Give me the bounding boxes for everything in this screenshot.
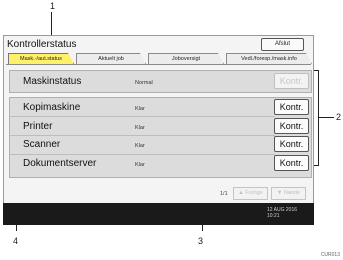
document-server-label: Dokumentserver: [23, 158, 97, 169]
figure-id: CUR013: [320, 252, 340, 258]
copier-status: Klar: [135, 106, 145, 112]
callout-4: 4: [13, 236, 19, 246]
footer-clock: 12 AUG 2016 10:21: [267, 207, 297, 219]
page-indicator: 1/1: [220, 191, 228, 197]
scanner-check-button[interactable]: Kontr.: [274, 136, 309, 152]
tab-job-history[interactable]: Joboversigt: [148, 53, 224, 64]
document-server-check-button[interactable]: Kontr.: [274, 155, 309, 171]
callout-2-line: [325, 117, 334, 118]
callout-2-bracket: [318, 70, 319, 166]
exit-button[interactable]: Afslut: [261, 38, 304, 51]
copier-check-button[interactable]: Kontr.: [274, 99, 309, 115]
row-divider: [10, 135, 275, 136]
previous-page-button[interactable]: ▲ Forrige: [233, 187, 268, 200]
tab-machine-status[interactable]: Mask.-/aut.status: [8, 53, 74, 64]
screen-title: Kontrollerstatus: [7, 39, 77, 50]
row-divider: [10, 116, 275, 117]
tab-machine-info[interactable]: Vedl./foresp./mask.info: [226, 53, 312, 64]
tab-strip-line: [6, 64, 311, 65]
machine-status-check-button[interactable]: Kontr.: [274, 73, 309, 89]
printer-check-button[interactable]: Kontr.: [274, 118, 309, 134]
printer-status: Klar: [135, 125, 145, 131]
copier-label: Kopimaskine: [23, 102, 81, 113]
tab-current-job[interactable]: Aktuelt job: [76, 53, 146, 64]
document-server-status: Klar: [135, 162, 145, 168]
footer-time: 10:21: [267, 213, 280, 219]
controller-status-screen: Kontrollerstatus Afslut Mask.-/aut.statu…: [3, 35, 314, 205]
tab-bar: Mask.-/aut.status Aktuelt job Joboversig…: [6, 53, 311, 64]
callout-2: 2: [336, 112, 342, 122]
machine-status-label: Maskinstatus: [23, 76, 82, 87]
callout-2-bracket-mid: [318, 117, 325, 118]
callout-1: 1: [50, 1, 56, 11]
machine-status-value: Normal: [135, 80, 153, 86]
next-page-button[interactable]: ▼ Næste: [271, 187, 306, 200]
scanner-status: Klar: [135, 143, 145, 149]
printer-label: Printer: [23, 121, 53, 132]
row-divider: [10, 154, 275, 155]
callout-3: 3: [198, 236, 204, 246]
scanner-label: Scanner: [23, 139, 61, 150]
